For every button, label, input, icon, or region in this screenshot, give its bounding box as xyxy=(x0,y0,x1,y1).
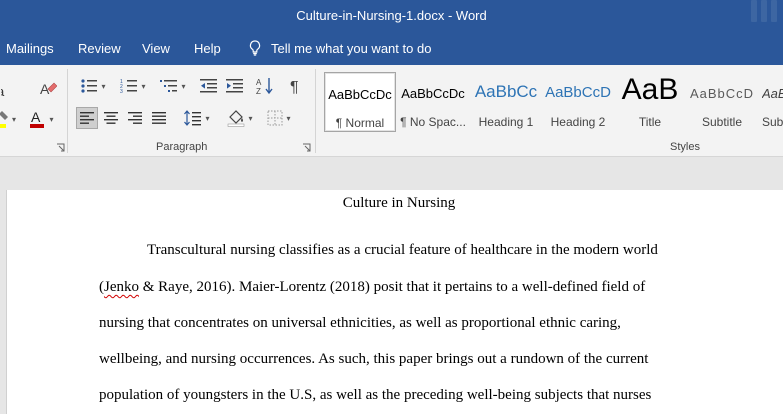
svg-text:a: a xyxy=(1,84,5,98)
align-center-icon xyxy=(104,112,118,124)
font-dialog-launcher-icon[interactable] xyxy=(56,143,65,152)
increase-indent-icon xyxy=(226,79,243,93)
group-separator xyxy=(315,69,316,153)
paragraph-line: population of youngsters in the U.S, as … xyxy=(99,387,652,403)
shading-button[interactable]: ▾ xyxy=(224,107,256,129)
decrease-indent-button[interactable] xyxy=(197,75,221,97)
line-spacing-button[interactable]: ▾ xyxy=(180,107,214,129)
align-right-icon xyxy=(128,112,142,124)
pilcrow-icon: ¶ xyxy=(290,79,299,95)
tab-view[interactable]: View xyxy=(142,41,170,56)
group-separator xyxy=(67,69,68,153)
tell-me-search[interactable]: Tell me what you want to do xyxy=(248,40,431,56)
tell-me-label: Tell me what you want to do xyxy=(271,40,432,56)
style-sample: AaB xyxy=(621,73,679,106)
highlight-icon xyxy=(0,111,8,128)
align-left-icon xyxy=(80,112,94,124)
tab-help[interactable]: Help xyxy=(194,41,221,56)
style-heading-1[interactable]: AaBbCc Heading 1 xyxy=(470,72,542,132)
borders-button[interactable]: ▾ xyxy=(262,107,296,129)
paragraph-line: Transcultural nursing classifies as a cr… xyxy=(147,242,658,258)
title-bar-decoration xyxy=(743,0,783,32)
style-sample: AaBbCcD xyxy=(689,86,755,101)
window-title: Culture-in-Nursing-1.docx - Word xyxy=(296,8,487,23)
paragraph-text: & Raye, 2016). Maier-Lorentz (2018) posi… xyxy=(139,279,646,295)
svg-text:A: A xyxy=(256,78,262,87)
style-sample: AaBbCc xyxy=(474,82,538,101)
style-name: Subt xyxy=(762,115,783,129)
style-sample: AaBbCcDc xyxy=(401,86,465,101)
svg-text:¶: ¶ xyxy=(290,79,299,95)
style-subtitle[interactable]: AaBbCcD Subtitle xyxy=(686,72,758,132)
change-case-icon: a xyxy=(1,84,5,98)
style-heading-2[interactable]: AaBbCcD Heading 2 xyxy=(542,72,614,132)
paragraph-dialog-launcher-icon[interactable] xyxy=(302,143,311,152)
ribbon: a A ▾ A ▾ ▾ 1 2 3 xyxy=(0,65,783,157)
lightbulb-icon xyxy=(249,40,261,56)
clear-formatting-button[interactable]: A xyxy=(36,78,60,100)
style-sample: AaBl xyxy=(762,86,783,101)
style-name: ¶ Normal xyxy=(335,116,385,130)
numbering-button[interactable]: 1 2 3 ▾ xyxy=(116,75,150,97)
align-right-button[interactable] xyxy=(124,107,146,129)
svg-text:A: A xyxy=(31,109,41,125)
multilevel-list-button[interactable]: ▾ xyxy=(156,75,190,97)
sort-button[interactable]: A Z xyxy=(254,75,276,97)
paragraph-line: nursing that concentrates on universal e… xyxy=(99,315,621,331)
paragraph-line: wellbeing, and nursing occurrences. As s… xyxy=(99,351,649,367)
document-canvas: Culture in Nursing Transcultural nursing… xyxy=(0,157,783,414)
misspelled-word[interactable]: Jenko xyxy=(104,279,139,295)
tab-review[interactable]: Review xyxy=(78,41,121,56)
style-sample: AaBbCcDc xyxy=(328,87,392,102)
style-name: ¶ No Spac... xyxy=(400,115,466,129)
font-color-icon: A xyxy=(30,109,45,128)
document-title: Culture in Nursing xyxy=(342,195,456,211)
paragraph-line: (Jenko & Raye, 2016). Maier-Lorentz (201… xyxy=(99,279,645,296)
bullets-button[interactable]: ▾ xyxy=(76,75,110,97)
paragraph-group-label: Paragraph xyxy=(156,141,208,153)
font-color-button[interactable]: A ▾ xyxy=(24,108,58,130)
style-name: Heading 1 xyxy=(478,115,534,129)
clear-formatting-icon: A xyxy=(40,81,57,97)
style-name: Subtitle xyxy=(701,115,743,129)
title-bar: Culture-in-Nursing-1.docx - Word xyxy=(0,0,783,32)
bullets-icon xyxy=(81,79,98,93)
align-left-button[interactable] xyxy=(76,107,98,129)
style-name: Title xyxy=(638,115,662,129)
show-formatting-marks-button[interactable]: ¶ xyxy=(285,75,307,97)
style-sample: AaBbCcD xyxy=(545,84,611,101)
align-center-button[interactable] xyxy=(100,107,122,129)
tab-mailings[interactable]: Mailings xyxy=(6,41,54,56)
justify-button[interactable] xyxy=(148,107,170,129)
style-name: Heading 2 xyxy=(550,115,606,129)
style-no-spacing[interactable]: AaBbCcDc ¶ No Spac... xyxy=(397,72,469,132)
change-case-button[interactable]: a xyxy=(0,80,12,102)
paint-bucket-icon xyxy=(228,110,245,127)
decrease-indent-icon xyxy=(200,79,217,93)
multilevel-list-icon xyxy=(160,80,178,92)
svg-text:Z: Z xyxy=(256,87,261,95)
borders-icon xyxy=(267,110,283,126)
justify-icon xyxy=(152,112,166,124)
document-page[interactable]: Culture in Nursing Transcultural nursing… xyxy=(6,190,783,414)
increase-indent-button[interactable] xyxy=(223,75,247,97)
ribbon-tab-bar: Mailings Review View Help Tell me what y… xyxy=(0,32,783,65)
highlight-button[interactable]: ▾ xyxy=(0,108,16,130)
numbering-icon: 1 2 3 xyxy=(120,79,138,94)
svg-text:3: 3 xyxy=(120,89,123,94)
sort-icon: A Z xyxy=(256,78,273,95)
style-title[interactable]: AaB Title xyxy=(614,72,686,132)
style-normal[interactable]: AaBbCcDc ¶ Normal xyxy=(324,72,396,132)
styles-group-label: Styles xyxy=(670,141,700,153)
line-spacing-icon xyxy=(184,110,202,126)
style-subtle-emphasis[interactable]: AaBl Subt xyxy=(758,72,783,132)
